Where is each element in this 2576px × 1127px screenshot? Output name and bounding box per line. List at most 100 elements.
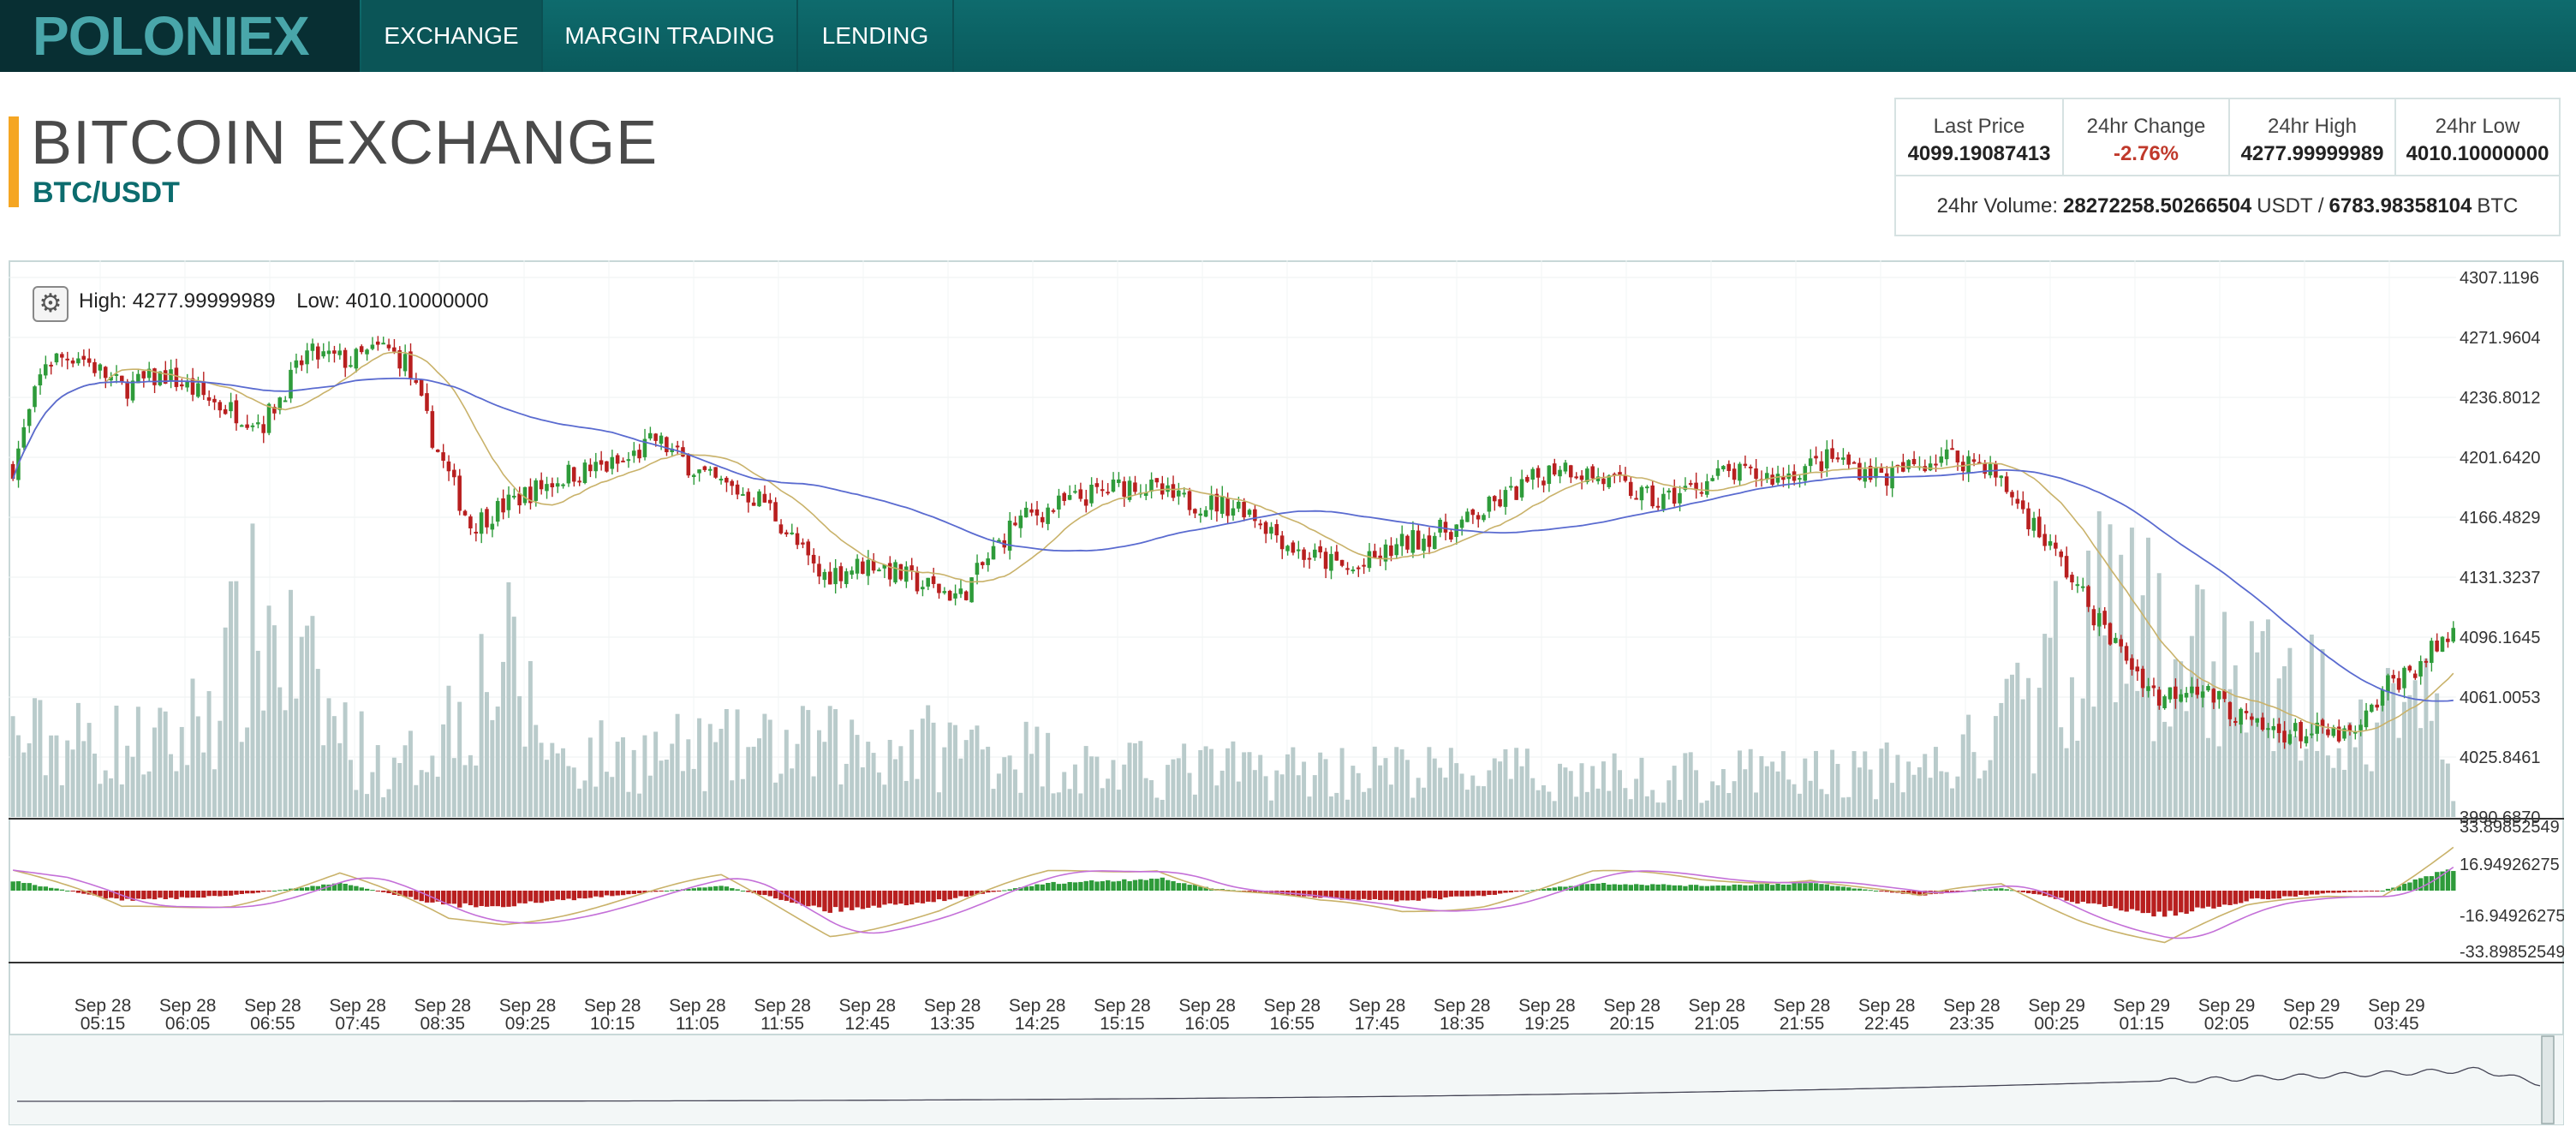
volume-bar bbox=[1035, 726, 1040, 817]
tab-exchange[interactable]: EXCHANGE bbox=[361, 0, 543, 72]
volume-bar bbox=[746, 747, 751, 817]
candle-body bbox=[2135, 666, 2140, 671]
candle-body bbox=[626, 459, 631, 462]
volume-bar bbox=[49, 735, 54, 817]
volume-bar bbox=[1547, 791, 1552, 817]
macd-histogram-bar bbox=[1830, 886, 1835, 891]
candle-body bbox=[1083, 499, 1088, 506]
macd-histogram-bar bbox=[234, 891, 239, 895]
candle-body bbox=[1187, 491, 1192, 510]
candle-body bbox=[1062, 492, 1066, 501]
macd-histogram-bar bbox=[59, 889, 65, 891]
candle-body bbox=[2380, 689, 2385, 706]
price-axis-label: 4061.0053 bbox=[2460, 689, 2541, 707]
volume-bar bbox=[1476, 785, 1481, 817]
candle-body bbox=[953, 593, 957, 599]
macd-histogram-bar bbox=[2069, 891, 2075, 903]
macd-histogram-bar bbox=[201, 891, 206, 898]
macd-histogram-bar bbox=[1748, 885, 1753, 891]
volume-bar bbox=[10, 716, 15, 817]
volume-bar bbox=[544, 760, 549, 817]
candle-body bbox=[2004, 476, 2009, 492]
volume-bar bbox=[2206, 737, 2210, 817]
volume-bar bbox=[1291, 747, 1296, 817]
volume-bar bbox=[1143, 778, 1148, 817]
candle-body bbox=[1362, 564, 1366, 567]
time-axis-date: Sep 28 bbox=[1349, 996, 1406, 1016]
volume-bar bbox=[691, 768, 696, 817]
candle-body bbox=[1040, 516, 1045, 522]
volume-bar bbox=[1607, 790, 1612, 817]
candle-body bbox=[190, 378, 195, 395]
candle-body bbox=[60, 354, 64, 358]
candle-body bbox=[571, 467, 576, 482]
macd-histogram-bar bbox=[283, 889, 288, 891]
volume-bar bbox=[1208, 748, 1213, 817]
candlestick-chart[interactable]: 4307.1196 4271.9604 4236.8012 4201.6420 4166… bbox=[9, 260, 2564, 1125]
candle-body bbox=[790, 532, 794, 534]
macd-histogram-bar bbox=[1367, 891, 1372, 900]
volume-bar bbox=[130, 756, 135, 817]
macd-histogram-bar bbox=[822, 891, 827, 912]
volume-bar bbox=[1018, 792, 1023, 817]
time-axis-date: Sep 28 bbox=[75, 996, 132, 1016]
candle-body bbox=[2347, 724, 2352, 731]
macd-histogram-bar bbox=[185, 891, 190, 898]
macd-histogram-bar bbox=[446, 891, 451, 904]
candle-body bbox=[1035, 509, 1040, 516]
volume-bar bbox=[223, 627, 228, 817]
volume-bar bbox=[1198, 749, 1203, 817]
macd-histogram-bar bbox=[1361, 891, 1367, 899]
volume-bar bbox=[920, 719, 925, 817]
volume-bar bbox=[1470, 775, 1476, 817]
volume-bar bbox=[1983, 770, 1988, 817]
macd-histogram-bar bbox=[963, 891, 969, 897]
chart-settings-button[interactable]: ⚙ bbox=[33, 286, 69, 322]
candle-body bbox=[2293, 723, 2298, 731]
macd-histogram-bar bbox=[1868, 890, 1873, 891]
time-axis-date: Sep 28 bbox=[924, 996, 981, 1016]
candle-body bbox=[130, 380, 135, 401]
volume-bar bbox=[670, 743, 675, 817]
macd-histogram-bar bbox=[2260, 891, 2265, 899]
candle-body bbox=[174, 367, 179, 387]
time-axis-date: Sep 28 bbox=[159, 996, 217, 1016]
candle-body bbox=[2326, 729, 2330, 736]
candle-body bbox=[2304, 736, 2309, 743]
candle-body bbox=[2211, 689, 2216, 703]
volume-bar bbox=[348, 760, 353, 817]
volume-bar bbox=[1482, 786, 1486, 817]
volume-bar bbox=[2255, 652, 2260, 817]
candle-body bbox=[1399, 534, 1404, 546]
volume-bar bbox=[109, 778, 114, 817]
macd-histogram-bar bbox=[1160, 877, 1165, 891]
volume-bar bbox=[1819, 789, 1824, 817]
volume-bar bbox=[1988, 760, 1993, 817]
tab-margin-trading[interactable]: MARGIN TRADING bbox=[543, 0, 798, 72]
volume-bar bbox=[898, 746, 903, 817]
stat-label: 24hr Low bbox=[2435, 115, 2520, 138]
volume-bar bbox=[158, 707, 163, 817]
candle-body bbox=[1988, 463, 1993, 476]
macd-histogram-bar bbox=[1672, 885, 1677, 891]
volume-bar bbox=[555, 753, 560, 817]
candle-body bbox=[1023, 507, 1029, 518]
volume-bar bbox=[2239, 724, 2244, 817]
tab-lending[interactable]: LENDING bbox=[798, 0, 954, 72]
macd-histogram-bar bbox=[218, 891, 223, 897]
macd-histogram-bar bbox=[2184, 891, 2189, 915]
candle-body bbox=[707, 468, 713, 471]
volume-bar bbox=[1072, 764, 1077, 817]
volume-bar bbox=[926, 705, 931, 817]
candle-body bbox=[266, 403, 271, 433]
macd-histogram-bar bbox=[1612, 884, 1617, 891]
volume-bar bbox=[582, 780, 587, 817]
volume-bar bbox=[179, 726, 184, 817]
volume-bar bbox=[2124, 683, 2129, 817]
stat-last-price: Last Price 4099.19087413 bbox=[1896, 99, 2064, 175]
poloniex-logo[interactable]: POLONIEX bbox=[0, 0, 360, 72]
volume-bar bbox=[1574, 796, 1579, 817]
volume-bar bbox=[234, 581, 239, 817]
volume-bar bbox=[642, 735, 647, 817]
volume-bar bbox=[2195, 584, 2200, 817]
